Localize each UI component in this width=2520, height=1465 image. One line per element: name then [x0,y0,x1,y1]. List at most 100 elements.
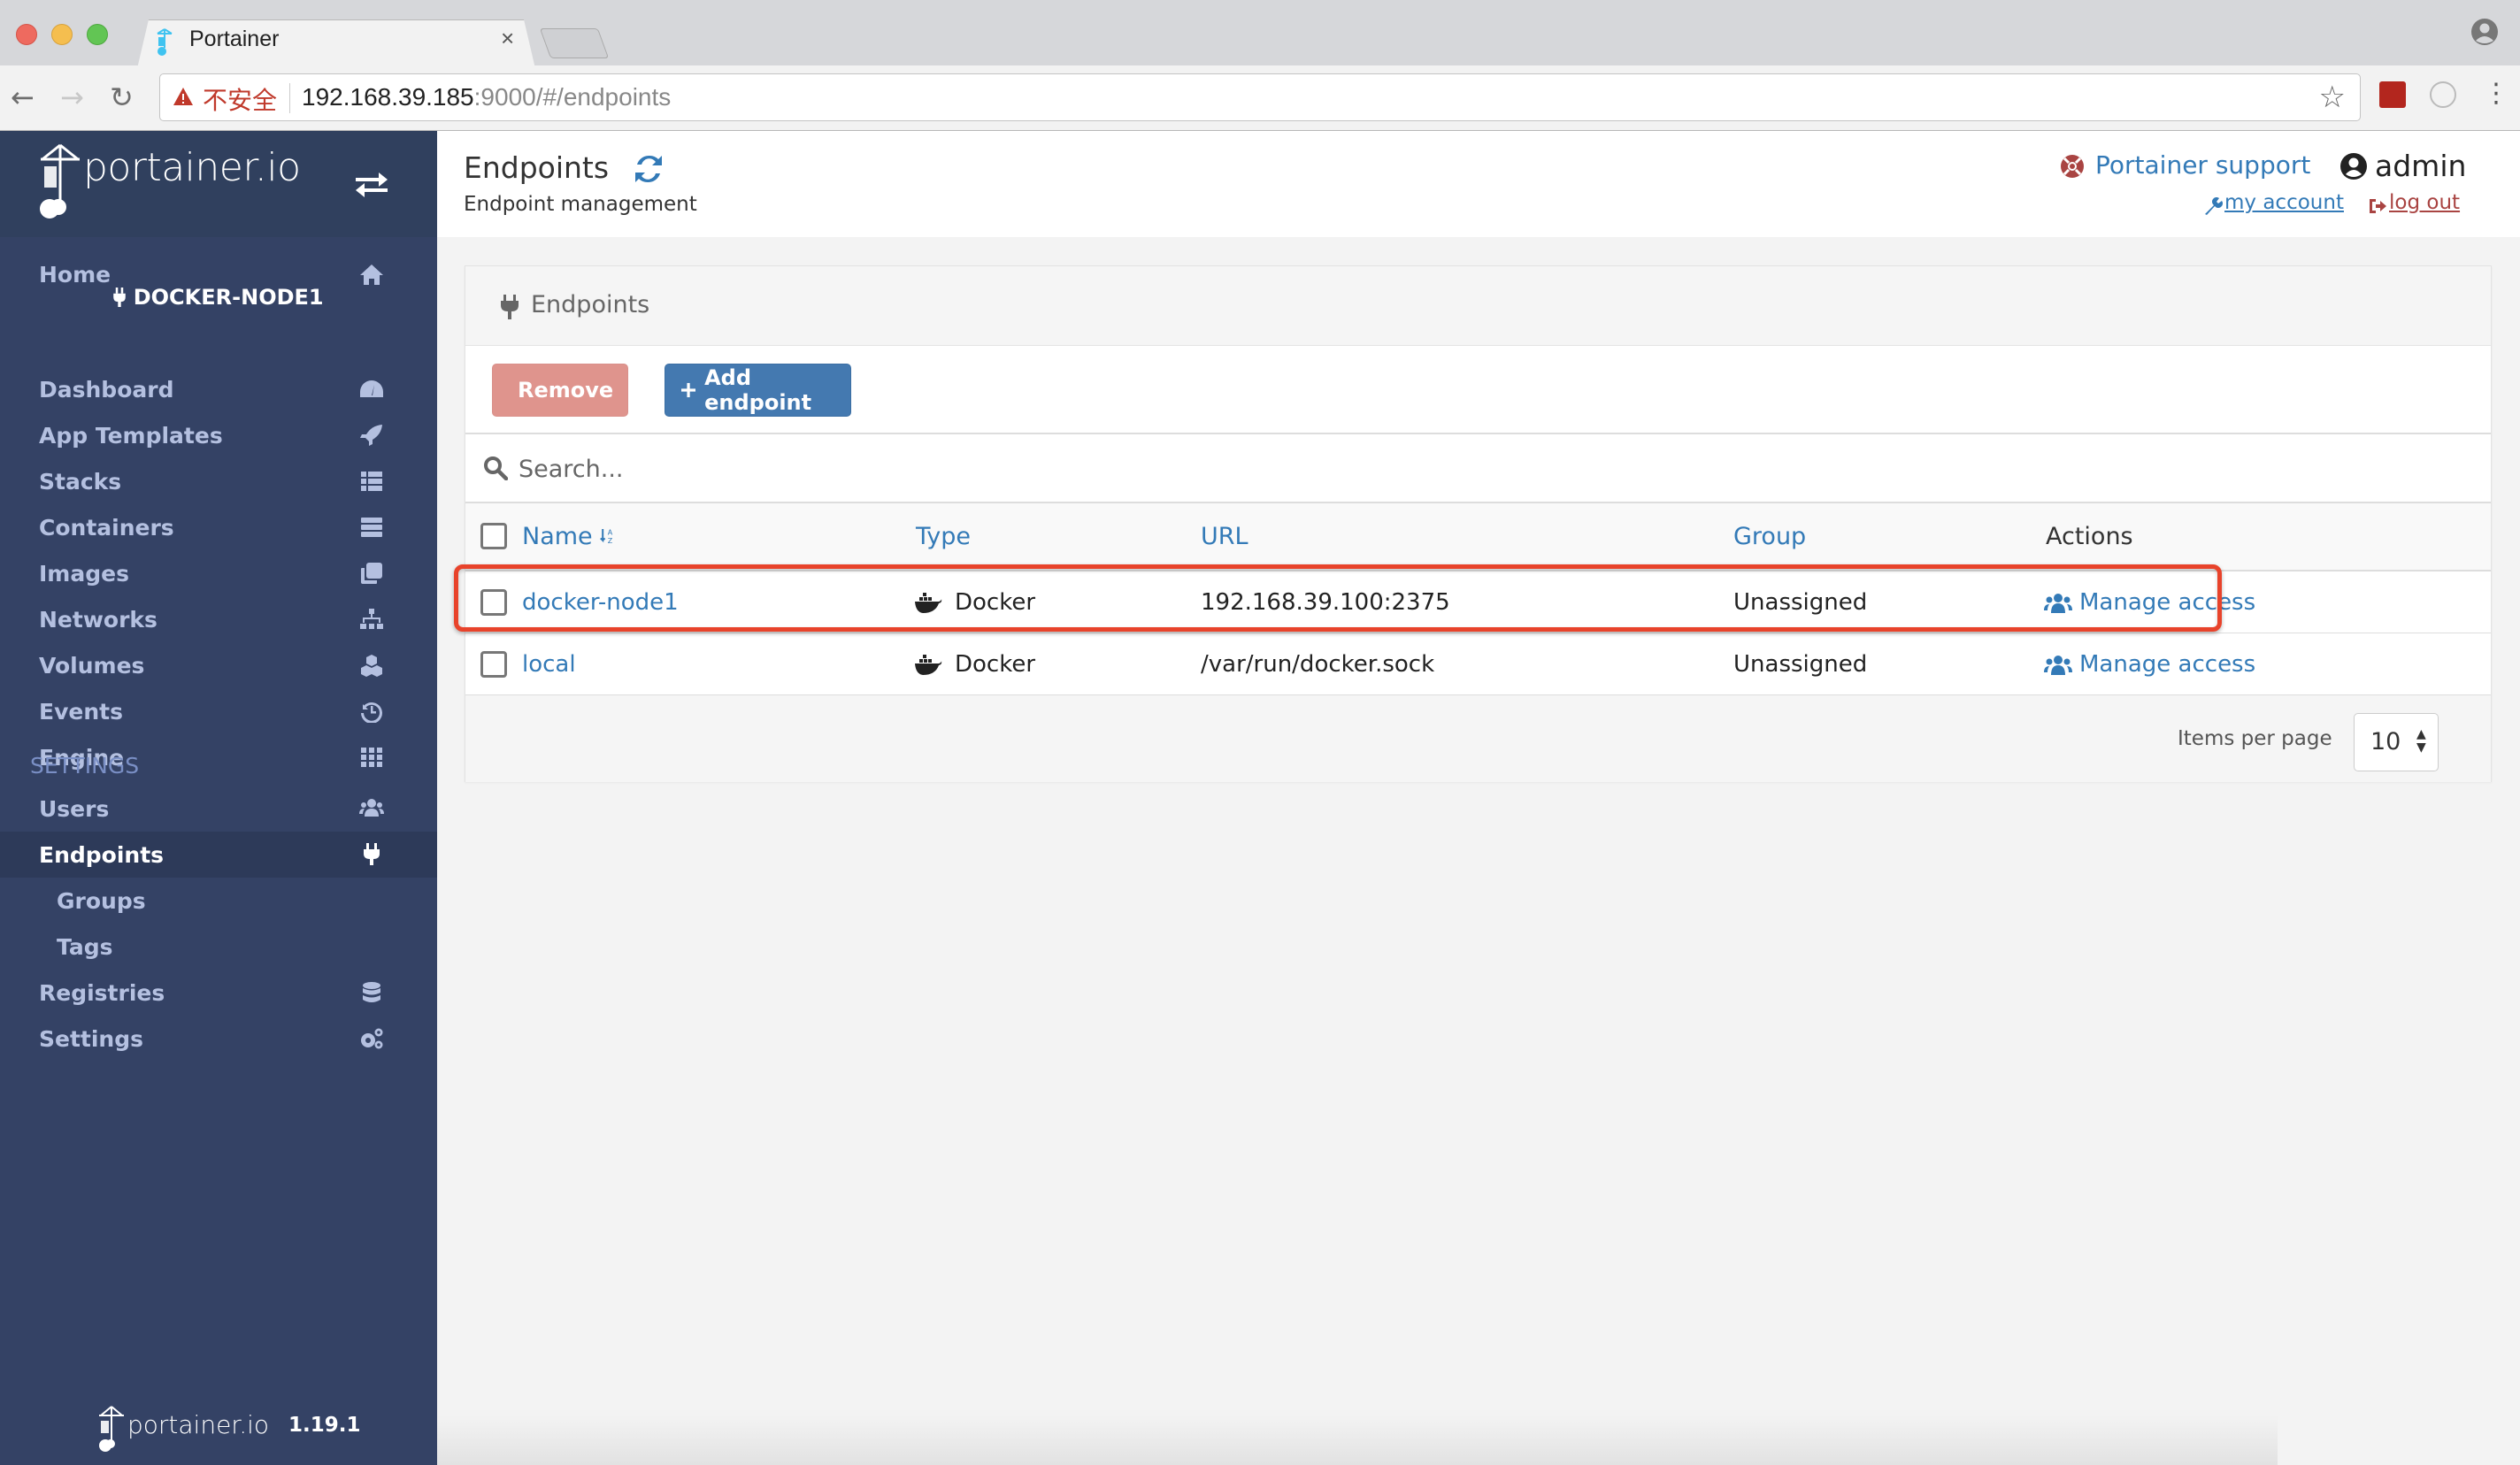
portainer-footer-logo-icon [99,1406,124,1452]
table-row: docker-node1 Docker 192.168.39.100:2375 … [465,571,2491,633]
portainer-support-link[interactable]: Portainer support [2095,150,2310,180]
profile-icon[interactable] [2470,18,2499,46]
maximize-window-button[interactable] [87,24,108,45]
url-path: :9000/#/endpoints [473,83,672,111]
column-header-name[interactable]: Name A Z [522,523,614,550]
add-endpoint-button[interactable]: Add endpoint [665,364,851,417]
version-label: 1.19.1 [288,1414,361,1437]
menu-dots-icon[interactable]: ⋮ [2483,78,2509,110]
portainer-logo-icon[interactable] [37,142,81,221]
sign-out-icon [2370,199,2386,213]
select-all-checkbox[interactable] [480,523,507,549]
sidebar-item-containers[interactable]: Containers [0,504,437,550]
widget-footer: Items per page 10 ▲ ▼ [465,695,2491,782]
home-icon [360,265,383,285]
database-icon [363,982,380,1002]
server-icon [361,518,382,537]
url-text[interactable]: 192.168.39.185:9000/#/endpoints [302,83,671,111]
sidebar-item-dashboard[interactable]: Dashboard [0,366,437,412]
insecure-label[interactable]: 不安全 [203,81,277,117]
sidebar-item-label: Tags [57,934,113,960]
url-host: 192.168.39.185 [302,83,474,111]
svg-text:A: A [608,528,613,536]
sidebar-section-settings: SETTINGS [30,753,140,779]
manage-access-link[interactable]: Manage access [2079,651,2255,678]
log-out-link[interactable]: log out [2389,191,2460,214]
remove-button[interactable]: Remove [492,364,628,417]
close-window-button[interactable] [16,24,37,45]
forward-arrow-icon[interactable]: → [60,80,84,115]
sidebar-item-label: Registries [39,980,165,1006]
sidebar-item-app-templates[interactable]: App Templates [0,412,437,458]
back-arrow-icon[interactable]: ← [11,80,35,115]
sidebar-item-label: Settings [39,1026,144,1052]
list-icon [361,472,382,491]
sidebar-item-images[interactable]: Images [0,550,437,596]
address-bar[interactable]: 不安全 192.168.39.185:9000/#/endpoints ☆ [159,73,2361,121]
endpoint-type: Docker [955,589,1036,616]
search-input[interactable] [519,447,2465,491]
sidebar-item-groups[interactable]: Groups [0,878,437,924]
row-checkbox[interactable] [480,651,507,678]
svg-text:Z: Z [608,537,613,545]
new-tab-button[interactable] [539,28,610,58]
search-bar [465,434,2491,503]
warning-icon [173,88,193,105]
items-per-page-select[interactable]: 10 ▲ ▼ [2354,713,2439,771]
clone-icon [361,563,382,584]
sidebar-item-label: Volumes [39,653,145,679]
dashboard-icon [360,380,383,397]
sidebar-item-label: App Templates [39,423,223,449]
manage-access-link[interactable]: Manage access [2079,589,2255,616]
bottom-shadow [437,1415,2278,1465]
users-icon [2044,594,2072,613]
history-icon [361,702,382,723]
column-header-type[interactable]: Type [916,523,971,550]
sidebar-item-label: Images [39,561,129,587]
address-separator [289,83,290,113]
sidebar-item-registries[interactable]: Registries [0,970,437,1016]
plug-icon [501,295,519,319]
column-header-url[interactable]: URL [1201,523,1248,550]
tab-close-icon[interactable]: × [501,25,514,52]
tube-extension-icon[interactable] [2430,81,2456,108]
my-account-link[interactable]: my account [2224,191,2344,214]
add-endpoint-button-label: Add endpoint [704,365,812,415]
sidebar-item-settings[interactable]: Settings [0,1016,437,1062]
sidebar-item-events[interactable]: Events [0,688,437,734]
sort-alpha-asc-icon: A Z [600,528,613,545]
endpoint-name-link[interactable]: local [522,651,576,678]
sidebar-item-label: Stacks [39,469,122,495]
reload-icon[interactable]: ↻ [110,80,134,115]
sidebar-item-endpoints[interactable]: Endpoints [0,832,437,878]
exchange-icon[interactable] [354,170,389,198]
minimize-window-button[interactable] [51,24,73,45]
sidebar-item-stacks[interactable]: Stacks [0,458,437,504]
search-icon [484,456,508,480]
actions-bar: Remove Add endpoint [465,346,2491,434]
sidebar-item-users[interactable]: Users [0,786,437,832]
column-header-group[interactable]: Group [1733,523,1806,550]
endpoint-name-link[interactable]: docker-node1 [522,589,679,616]
star-icon[interactable]: ☆ [2319,81,2346,113]
sidebar-item-volumes[interactable]: Volumes [0,642,437,688]
wrench-icon [2205,197,2223,215]
sidebar: portainer.io Home DOCKER-NODE1 Dashboard… [0,131,437,1465]
cogs-icon [361,1028,383,1049]
row-checkbox[interactable] [480,589,507,616]
items-per-page-label: Items per page [2178,727,2332,750]
endpoint-group: Unassigned [1733,589,1868,616]
column-header-actions: Actions [2046,523,2133,550]
endpoints-widget: Endpoints Remove Add endpoint Name [465,265,2492,782]
users-icon [2044,656,2072,675]
endpoint-type: Docker [955,651,1036,678]
username-label: admin [2375,149,2467,183]
sidebar-item-tags[interactable]: Tags [0,924,437,970]
flash-extension-icon[interactable] [2379,81,2406,108]
logo-text[interactable]: portainer.io [83,145,301,190]
page-title: Endpoints [464,150,610,185]
sidebar-item-networks[interactable]: Networks [0,596,437,642]
select-arrows-icon: ▲ ▼ [2416,727,2426,755]
refresh-icon[interactable] [634,152,664,186]
cubes-icon [361,655,382,677]
